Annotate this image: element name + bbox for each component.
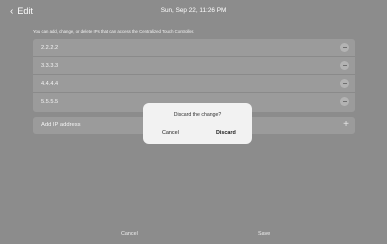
ip-list: 2.2.2.2 3.3.3.3 4.4.4.4 5.5.5.5 xyxy=(33,39,355,112)
dialog-cancel-button[interactable]: Cancel xyxy=(162,130,179,136)
datetime: Sun, Sep 22, 11:26 PM xyxy=(160,7,227,14)
ip-address: 2.2.2.2 xyxy=(41,45,59,51)
dialog-discard-button[interactable]: Discard xyxy=(216,130,236,136)
add-ip-label: Add IP address xyxy=(41,122,81,128)
remove-icon[interactable] xyxy=(340,97,349,106)
description-text: You can add, change, or delete IPs that … xyxy=(33,29,195,34)
ip-row[interactable]: 3.3.3.3 xyxy=(33,57,355,75)
ip-row[interactable]: 2.2.2.2 xyxy=(33,39,355,57)
remove-icon[interactable] xyxy=(340,79,349,88)
top-bar: ‹ Edit Sun, Sep 22, 11:26 PM xyxy=(0,0,387,22)
dialog-title: Discard the change? xyxy=(173,112,222,118)
discard-dialog: Discard the change? Cancel Discard xyxy=(143,103,252,144)
ip-row[interactable]: 4.4.4.4 xyxy=(33,75,355,93)
ip-address: 5.5.5.5 xyxy=(41,99,59,105)
plus-icon: + xyxy=(343,119,349,130)
ip-address: 3.3.3.3 xyxy=(41,63,59,69)
cancel-button[interactable]: Cancel xyxy=(121,231,138,237)
remove-icon[interactable] xyxy=(340,43,349,52)
remove-icon[interactable] xyxy=(340,61,349,70)
ip-address: 4.4.4.4 xyxy=(41,81,59,87)
save-button[interactable]: Save xyxy=(258,231,270,237)
